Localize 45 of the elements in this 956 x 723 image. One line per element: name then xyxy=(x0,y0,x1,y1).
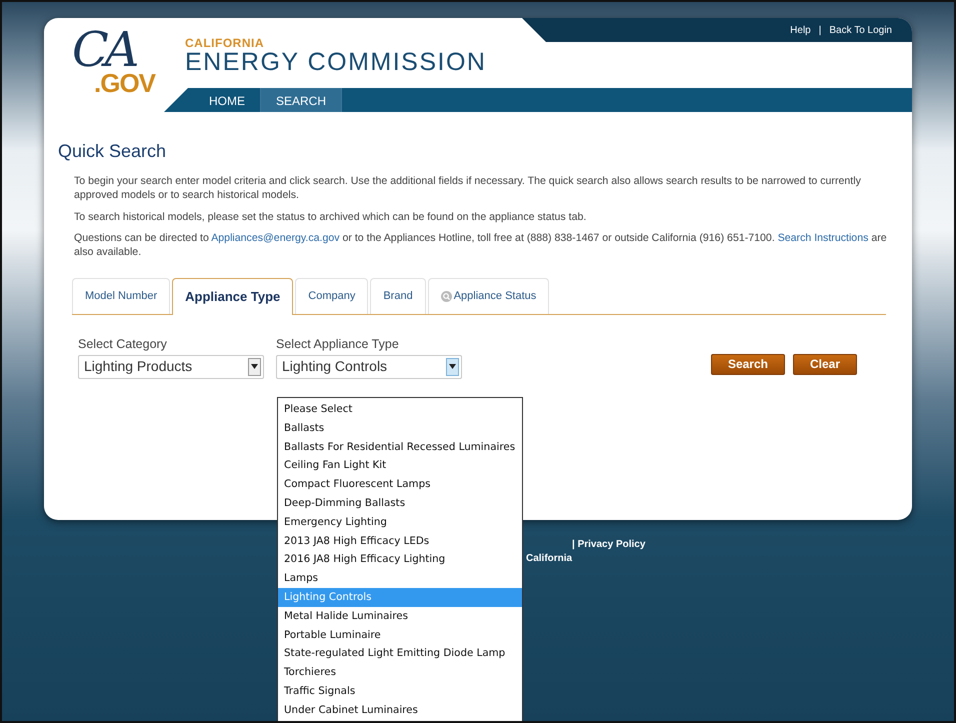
search-icon xyxy=(440,290,452,302)
field-label: Select Category xyxy=(78,336,168,353)
dropdown-option[interactable]: 2016 JA8 High Efficacy Lighting xyxy=(278,550,522,570)
action-button[interactable]: Search xyxy=(710,354,785,375)
tab[interactable]: Company xyxy=(295,278,368,314)
dropdown-option[interactable]: Traffic Signals xyxy=(278,682,522,701)
text-link[interactable]: Search Instructions xyxy=(778,232,868,244)
tab[interactable]: Appliance Status xyxy=(428,278,550,314)
dropdown-option[interactable]: State-regulated Light Emitting Diode Lamp xyxy=(278,644,522,664)
dropdown-option[interactable]: Lamps xyxy=(278,569,522,588)
dropdown-option[interactable]: Emergency Lighting xyxy=(278,512,522,532)
select-field[interactable]: Lighting Products xyxy=(78,354,264,379)
page-title: Quick Search xyxy=(58,140,168,163)
text-link[interactable]: Appliances@energy.ca.gov xyxy=(211,232,340,244)
tab[interactable]: Brand xyxy=(370,278,426,314)
caret-icon xyxy=(449,364,456,370)
select-field[interactable]: Lighting Controls xyxy=(276,354,462,379)
dropdown-option[interactable]: Ceiling Fan Light Kit xyxy=(278,456,522,476)
dropdown-option[interactable]: Metal Halide Luminaires xyxy=(278,606,522,626)
utility-link[interactable]: Help xyxy=(790,22,811,38)
tab[interactable]: Model Number xyxy=(72,278,170,314)
dropdown-option[interactable]: Ballasts xyxy=(278,418,522,438)
dropdown-option[interactable]: Under Cabinet Luminaires xyxy=(278,700,522,720)
caret-icon xyxy=(251,364,258,370)
nav-tab[interactable]: SEARCH xyxy=(261,88,342,112)
utility-link[interactable]: Back To Login xyxy=(829,22,892,38)
dropdown-option[interactable]: Portable Luminaire xyxy=(278,626,522,644)
dropdown-option[interactable]: Ballasts For Residential Recessed Luminaires xyxy=(278,438,522,456)
paragraph: Questions can be directed to Appliances@energy.ca.gov or to the Appliances Hotline, toll free at (888) 838-1467 or outside California (916) 651-7100. Search Instructions are also available. xyxy=(74,232,888,260)
tab[interactable]: Appliance Type xyxy=(172,278,294,315)
agency-name: ENERGY COMMISSION xyxy=(185,49,486,76)
agency-state: CALIFORNIA xyxy=(185,37,265,49)
dropdown-option[interactable]: 2013 JA8 High Efficacy LEDs xyxy=(278,532,522,550)
footer-text: California xyxy=(526,552,572,566)
action-button[interactable]: Clear xyxy=(792,354,857,375)
separator: | xyxy=(818,24,822,38)
dropdown-option[interactable]: Please Select xyxy=(278,400,522,419)
dropdown-option[interactable]: Torchieres xyxy=(278,663,522,682)
dropdown-option[interactable]: Deep-Dimming Ballasts xyxy=(278,494,522,513)
footer-link[interactable]: | Privacy Policy xyxy=(572,537,646,552)
ca-gov-logo: CA .GOV xyxy=(71,24,154,100)
paragraph: To begin your search enter model criteria and click search. Use the additional fields if necessary. The quick search also allows search results to be narrowed to currently approved models or to search historical models. xyxy=(74,175,862,203)
paragraph: To search historical models, please set the status to archived which can be found on the appliance status tab. xyxy=(74,210,588,224)
field-label: Select Appliance Type xyxy=(276,336,400,353)
dropdown-option[interactable]: Compact Fluorescent Lamps xyxy=(278,475,522,494)
